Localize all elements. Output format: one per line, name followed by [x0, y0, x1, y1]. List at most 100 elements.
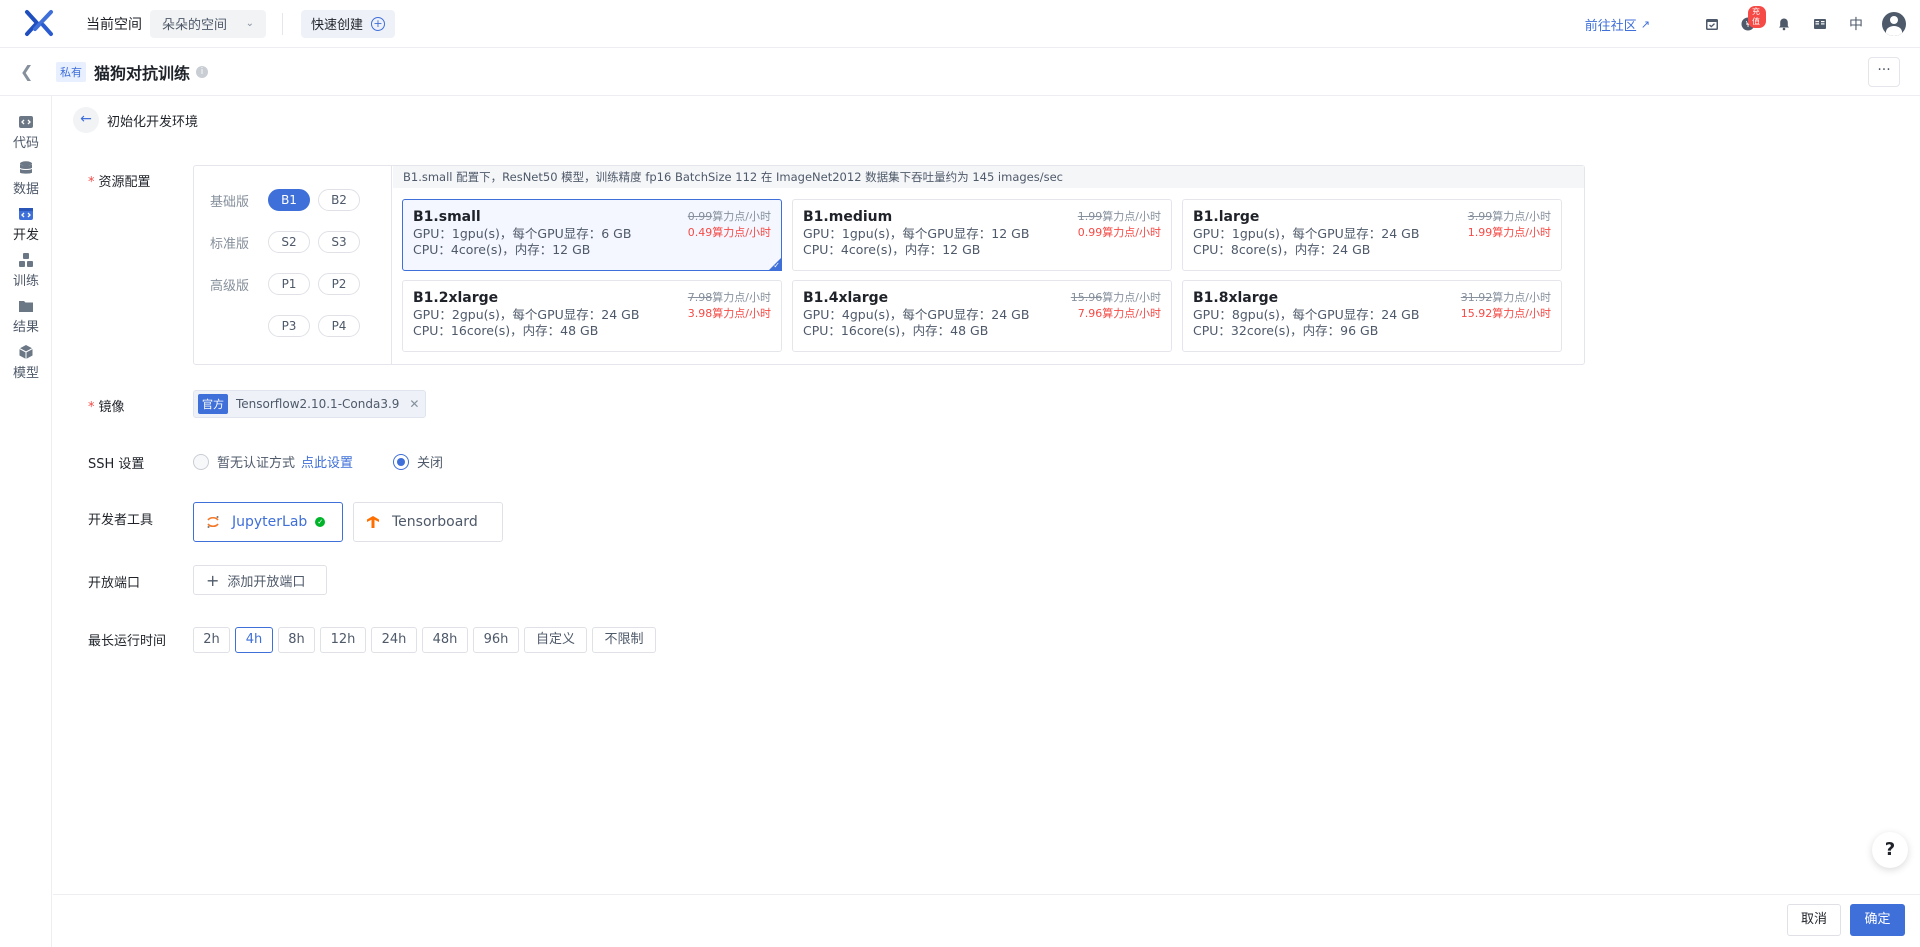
- nav-item-train[interactable]: 训练: [0, 252, 52, 289]
- calendar-button[interactable]: [1694, 17, 1730, 31]
- plus-circle-icon: +: [371, 16, 386, 31]
- ports-label: 开放端口: [88, 576, 141, 591]
- nav-item-label: 模型: [12, 366, 39, 381]
- old-price: 15.96: [1070, 291, 1103, 304]
- recharge-button[interactable]: ¥ 充值: [1730, 6, 1766, 31]
- price-unit: 算力点/小时: [712, 291, 771, 304]
- community-link[interactable]: 前往社区 ↗: [1585, 15, 1650, 34]
- arrow-left-icon: ←: [80, 111, 92, 127]
- new-price: 0.49: [687, 226, 713, 239]
- image-name: Tensorflow2.10.1-Conda3.9: [236, 397, 400, 411]
- tier-option-s2[interactable]: S2: [268, 231, 310, 253]
- ssh-setup-link[interactable]: 点此设置: [301, 452, 353, 471]
- tool-tensorboard[interactable]: Tensorboard: [353, 502, 503, 542]
- app-logo[interactable]: [24, 9, 62, 39]
- price-unit: 算力点/小时: [1102, 210, 1161, 223]
- user-avatar[interactable]: [1882, 12, 1906, 36]
- tier-name: 标准版: [210, 236, 250, 252]
- space-select[interactable]: 朵朵的空间 ⌄: [150, 9, 266, 38]
- runtime-option-unlimited[interactable]: 不限制: [592, 627, 656, 653]
- ellipsis-icon: ···: [1877, 62, 1891, 78]
- close-icon[interactable]: ✕: [409, 397, 419, 411]
- tool-jupyterlab[interactable]: JupyterLab ✓: [193, 502, 343, 542]
- tier-option-p1[interactable]: P1: [268, 273, 310, 295]
- tier-row-basic: 基础版 B1 B2: [210, 189, 368, 211]
- nav-item-label: 数据: [12, 182, 39, 197]
- visibility-badge: 私有: [56, 61, 86, 82]
- tool-name: JupyterLab: [232, 514, 308, 530]
- price-unit: 算力点/小时: [712, 210, 771, 223]
- runtime-option-96h[interactable]: 96h: [473, 627, 519, 653]
- required-mark: *: [88, 400, 95, 415]
- quick-create-label: 快速创建: [311, 18, 364, 33]
- runtime-option-4h[interactable]: 4h: [235, 627, 273, 653]
- cancel-button[interactable]: 取消: [1787, 904, 1841, 936]
- back-arrow-icon[interactable]: ❮: [20, 62, 40, 81]
- tier-row-advanced: 高级版 P1 P2: [210, 273, 368, 295]
- spec-card-b1-4xlarge[interactable]: B1.4xlarge GPU：4gpu(s)，每个GPU显存：24 GB CPU…: [792, 280, 1172, 352]
- breadcrumb-title: 初始化开发环境: [107, 114, 199, 130]
- nav-item-code[interactable]: 代码: [0, 114, 52, 151]
- runtime-option-24h[interactable]: 24h: [371, 627, 417, 653]
- tensorboard-icon: [367, 516, 379, 528]
- language-switch[interactable]: 中: [1838, 14, 1874, 34]
- quick-create-button[interactable]: 快速创建 +: [301, 9, 396, 38]
- spec-card-b1-small[interactable]: B1.small GPU：1gpu(s)，每个GPU显存：6 GB CPU：4c…: [402, 199, 782, 271]
- tier-option-p3[interactable]: P3: [268, 315, 310, 337]
- back-button[interactable]: ←: [73, 107, 99, 133]
- runtime-option-48h[interactable]: 48h: [422, 627, 468, 653]
- jupyter-icon: [207, 516, 219, 528]
- runtime-option-8h[interactable]: 8h: [278, 627, 315, 653]
- add-port-label: 添加开放端口: [227, 574, 306, 590]
- confirm-button[interactable]: 确定: [1850, 904, 1905, 936]
- old-price: 3.99: [1467, 210, 1493, 223]
- tier-option-p4[interactable]: P4: [318, 315, 360, 337]
- info-icon[interactable]: i: [196, 65, 209, 78]
- nav-item-results[interactable]: 结果: [0, 298, 52, 335]
- runtime-option-custom[interactable]: 自定义: [524, 627, 587, 653]
- community-link-label: 前往社区: [1584, 18, 1637, 34]
- image-select[interactable]: 官方 Tensorflow2.10.1-Conda3.9 ✕: [193, 390, 427, 418]
- new-price: 15.92: [1460, 307, 1493, 320]
- tier-option-p2[interactable]: P2: [318, 273, 360, 295]
- current-space-label: 当前空间: [86, 16, 142, 33]
- footer-bar: [53, 894, 1920, 947]
- help-button[interactable]: ?: [1872, 832, 1908, 868]
- runtime-option-12h[interactable]: 12h: [320, 627, 366, 653]
- folder-icon: [19, 301, 33, 312]
- database-icon: [19, 161, 33, 174]
- ssh-radio-off[interactable]: [393, 453, 410, 470]
- official-badge: 官方: [198, 394, 228, 414]
- project-title: 猫狗对抗训练: [94, 63, 191, 83]
- left-nav: 代码 数据 开发 训练 结果 模型: [0, 96, 52, 947]
- recharge-badge: 充值: [1748, 6, 1766, 28]
- add-port-button[interactable]: + 添加开放端口: [193, 565, 327, 595]
- ssh-radio-auth[interactable]: [193, 453, 209, 470]
- ssh-radio-group: 暂无认证方式 点此设置 关闭: [193, 452, 443, 471]
- notifications-button[interactable]: [1766, 17, 1802, 31]
- spec-card-b1-8xlarge[interactable]: B1.8xlarge GPU：8gpu(s)，每个GPU显存：24 GB CPU…: [1182, 280, 1562, 352]
- tier-option-b2[interactable]: B2: [318, 189, 360, 211]
- spec-card-b1-large[interactable]: B1.large GPU：1gpu(s)，每个GPU显存：24 GB CPU：8…: [1182, 199, 1562, 271]
- spec-card-b1-2xlarge[interactable]: B1.2xlarge GPU：2gpu(s)，每个GPU显存：24 GB CPU…: [402, 280, 782, 352]
- nav-item-model[interactable]: 模型: [0, 344, 52, 381]
- chevron-down-icon: ⌄: [245, 18, 254, 29]
- old-price: 0.99: [687, 210, 713, 223]
- runtime-option-2h[interactable]: 2h: [193, 627, 230, 653]
- more-actions-button[interactable]: ···: [1868, 57, 1900, 87]
- spec-cpu: CPU：32core(s)，内存：96 GB: [1193, 323, 1379, 338]
- devtools-label: 开发者工具: [88, 513, 154, 528]
- top-right-actions: 前往社区 ↗ ¥ 充值 中: [1585, 0, 1920, 48]
- spec-card-b1-medium[interactable]: B1.medium GPU：1gpu(s)，每个GPU显存：12 GB CPU：…: [792, 199, 1172, 271]
- price-unit: 算力点/小时: [1102, 291, 1161, 304]
- nav-item-develop[interactable]: 开发: [0, 206, 52, 243]
- tier-option-s3[interactable]: S3: [318, 231, 360, 253]
- price-unit: 算力点/小时: [1492, 291, 1551, 304]
- nav-item-label: 代码: [12, 136, 39, 151]
- docs-button[interactable]: [1802, 17, 1838, 31]
- runtime-options: 2h 4h 8h 12h 24h 48h 96h 自定义 不限制: [193, 627, 661, 653]
- nav-item-data[interactable]: 数据: [0, 160, 52, 197]
- price-unit: 算力点/小时: [712, 226, 771, 239]
- tier-option-b1[interactable]: B1: [268, 189, 310, 211]
- check-icon: ✓: [773, 261, 780, 270]
